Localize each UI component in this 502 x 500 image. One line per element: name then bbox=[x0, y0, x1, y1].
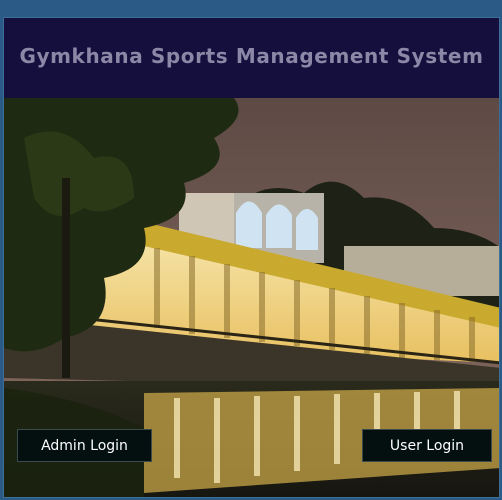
main-frame: Gymkhana Sports Management System Admin … bbox=[3, 17, 500, 498]
user-login-button[interactable]: User Login bbox=[362, 429, 492, 462]
admin-login-button[interactable]: Admin Login bbox=[17, 429, 152, 462]
app-window: Gymkhana Sports Management System Admin … bbox=[0, 0, 502, 500]
page-title: Gymkhana Sports Management System bbox=[19, 44, 484, 68]
header-bar: Gymkhana Sports Management System bbox=[4, 18, 499, 98]
